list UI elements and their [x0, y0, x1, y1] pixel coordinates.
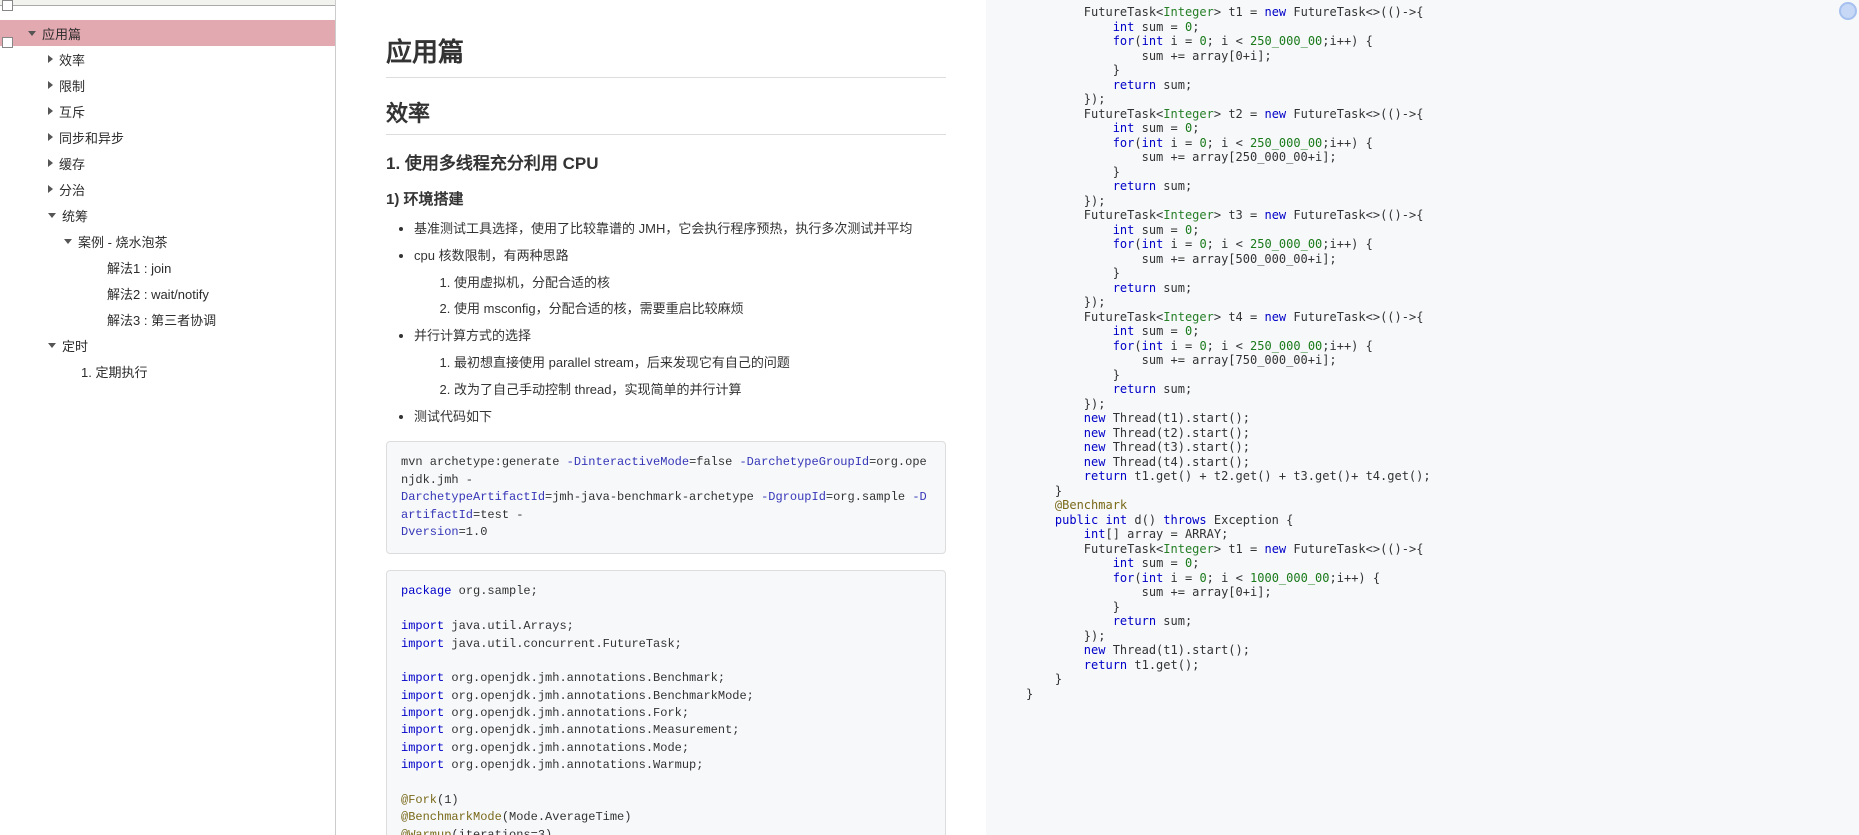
tree-label: 应用篇: [42, 24, 81, 43]
list-item: cpu 核数限制，有两种思路 使用虚拟机，分配合适的核 使用 msconfig，…: [414, 246, 946, 320]
chevron-down-icon: [48, 213, 56, 218]
document-column-right: FutureTask<Integer> t1 = new FutureTask<…: [986, 0, 1859, 835]
chevron-right-icon: [48, 159, 53, 167]
tree-item[interactable]: 缓存: [0, 150, 335, 176]
document-content: 应用篇 效率 1. 使用多线程充分利用 CPU 1) 环境搭建 基准测试工具选择…: [336, 0, 1859, 835]
tree-item[interactable]: 统筹: [0, 202, 335, 228]
tree-item[interactable]: 分治: [0, 176, 335, 202]
tree-item[interactable]: 解法2 : wait/notify: [0, 280, 335, 306]
tree-label: 定时: [62, 336, 88, 355]
list-item-text: 并行计算方式的选择: [414, 328, 531, 343]
tree-item[interactable]: 解法3 : 第三者协调: [0, 306, 335, 332]
tree-item[interactable]: 同步和异步: [0, 124, 335, 150]
code-block-java-right: FutureTask<Integer> t1 = new FutureTask<…: [1026, 0, 1829, 721]
list-item: 基准测试工具选择，使用了比较靠谱的 JMH，它会执行程序预热，执行多次测试并平均: [414, 219, 946, 240]
tree-label: 统筹: [62, 206, 88, 225]
chevron-down-icon: [28, 31, 36, 36]
scroll-indicator-icon[interactable]: [1839, 2, 1857, 20]
tree-item[interactable]: 限制: [0, 72, 335, 98]
chevron-right-icon: [48, 81, 53, 89]
ordered-list: 最初想直接使用 parallel stream，后来发现它有自己的问题 改为了自…: [414, 353, 946, 401]
chevron-right-icon: [48, 55, 53, 63]
ordered-list: 使用虚拟机，分配合适的核 使用 msconfig，分配合适的核，需要重启比较麻烦: [414, 273, 946, 321]
tree-item[interactable]: 互斥: [0, 98, 335, 124]
tree-item[interactable]: 效率: [0, 46, 335, 72]
tree-item[interactable]: 定时: [0, 332, 335, 358]
list-item: 并行计算方式的选择 最初想直接使用 parallel stream，后来发现它有…: [414, 326, 946, 400]
list-item-text: cpu 核数限制，有两种思路: [414, 248, 569, 263]
list-item: 测试代码如下: [414, 407, 946, 428]
tree-label: 案例 - 烧水泡茶: [78, 232, 168, 251]
tree-label: 限制: [59, 76, 85, 95]
chevron-right-icon: [48, 185, 53, 193]
chevron-right-icon: [48, 133, 53, 141]
tree-item[interactable]: 案例 - 烧水泡茶: [0, 228, 335, 254]
outline-sidebar: 应用篇 效率 限制 互斥 同步和异步 缓存 分治 统筹 案例 - 烧水泡茶 解法…: [0, 0, 336, 835]
list-item: 使用 msconfig，分配合适的核，需要重启比较麻烦: [454, 299, 946, 320]
tree-item[interactable]: 1. 定期执行: [0, 358, 335, 384]
sidebar-gutter: [0, 0, 12, 835]
document-column-left: 应用篇 效率 1. 使用多线程充分利用 CPU 1) 环境搭建 基准测试工具选择…: [336, 0, 986, 835]
gutter-icon[interactable]: [2, 0, 13, 11]
list-item: 使用虚拟机，分配合适的核: [454, 273, 946, 294]
bullet-list: 基准测试工具选择，使用了比较靠谱的 JMH，它会执行程序预热，执行多次测试并平均…: [386, 219, 946, 427]
chevron-down-icon: [48, 343, 56, 348]
gutter-icon[interactable]: [2, 37, 13, 48]
heading-3: 1. 使用多线程充分利用 CPU: [386, 149, 946, 174]
list-item: 最初想直接使用 parallel stream，后来发现它有自己的问题: [454, 353, 946, 374]
chevron-right-icon: [48, 107, 53, 115]
tree-label: 解法3 : 第三者协调: [107, 310, 216, 329]
tree-label: 效率: [59, 50, 85, 69]
tree-label: 分治: [59, 180, 85, 199]
tree-label: 解法2 : wait/notify: [107, 284, 209, 303]
tree-label: 同步和异步: [59, 128, 124, 147]
code-block-java: package org.sample; import java.util.Arr…: [386, 570, 946, 835]
heading-2: 效率: [386, 96, 946, 135]
list-item: 改为了自己手动控制 thread，实现简单的并行计算: [454, 380, 946, 401]
tree-label: 互斥: [59, 102, 85, 121]
tree-label: 缓存: [59, 154, 85, 173]
tree-label: 解法1 : join: [107, 258, 171, 277]
tree-item-root[interactable]: 应用篇: [0, 20, 335, 46]
code-block-mvn: mvn archetype:generate -DinteractiveMode…: [386, 441, 946, 554]
outline-tree: 应用篇 效率 限制 互斥 同步和异步 缓存 分治 统筹 案例 - 烧水泡茶 解法…: [0, 6, 335, 384]
tree-item[interactable]: 解法1 : join: [0, 254, 335, 280]
heading-4: 1) 环境搭建: [386, 188, 946, 209]
heading-1: 应用篇: [386, 32, 946, 78]
tree-label: 1. 定期执行: [81, 362, 147, 381]
chevron-down-icon: [64, 239, 72, 244]
